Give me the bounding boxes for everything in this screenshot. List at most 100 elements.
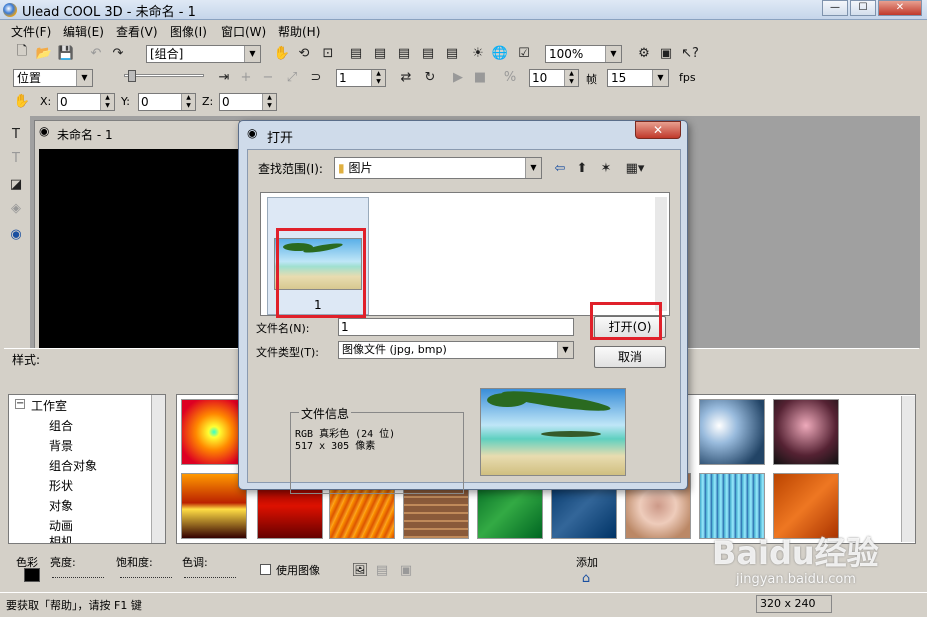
- play-icon[interactable]: ▶: [448, 67, 468, 87]
- cancel-button[interactable]: 取消: [594, 346, 666, 368]
- object-tool-icon[interactable]: ◈: [6, 198, 26, 218]
- file-info-title: 文件信息: [299, 405, 352, 422]
- gallery-scrollbar[interactable]: [901, 396, 915, 542]
- minimize-button[interactable]: —: [822, 0, 848, 16]
- shape-tool-icon[interactable]: ◪: [6, 174, 26, 194]
- chart-icon[interactable]: ☑: [514, 43, 534, 63]
- up-folder-icon[interactable]: ⬆: [572, 158, 592, 178]
- text-tool-icon[interactable]: T: [6, 124, 26, 144]
- tree-scrollbar[interactable]: [151, 395, 165, 543]
- tree-item[interactable]: 相机: [49, 533, 73, 543]
- dimensions-text: 517 x 305 像素: [295, 441, 376, 452]
- loop-icon[interactable]: ⊃: [306, 67, 326, 87]
- load-image-icon[interactable]: 🖼: [350, 560, 370, 580]
- dialog-title: 打开: [267, 131, 294, 146]
- back-icon[interactable]: ⇦: [550, 158, 570, 178]
- globe-tool-icon[interactable]: ◉: [6, 224, 26, 244]
- saturation-slider[interactable]: [120, 572, 172, 578]
- repeat-icon[interactable]: ⇄: [396, 67, 416, 87]
- redo-icon[interactable]: ↷: [108, 43, 128, 63]
- object-select[interactable]: [组合] ▼: [146, 45, 261, 63]
- fit-icon[interactable]: ⊡: [318, 43, 338, 63]
- app-window: Ulead COOL 3D - 未命名 - 1 — ☐ ✕ 文件(F) 编辑(E…: [0, 0, 927, 617]
- tree-root[interactable]: 工作室: [31, 397, 67, 414]
- reverse-icon[interactable]: ⤢: [282, 67, 302, 87]
- keyframe-icon[interactable]: ⇥: [214, 67, 234, 87]
- hand-icon[interactable]: ✋: [272, 43, 292, 63]
- menu-help[interactable]: 帮助(H): [278, 23, 320, 40]
- filetype-select[interactable]: 图像文件 (jpg, bmp) ▼: [338, 341, 574, 359]
- texture-thumb[interactable]: [773, 399, 839, 465]
- preview-image-icon[interactable]: ▣: [396, 560, 416, 580]
- style-label: 样式:: [12, 353, 41, 367]
- look-in-select[interactable]: ▮ 图片 ▼: [334, 157, 542, 179]
- render-canvas[interactable]: [39, 149, 239, 349]
- status-bar: 要获取「帮助」，请按 F1 键 320 x 240: [0, 592, 927, 617]
- view-menu-icon[interactable]: ▦▾: [620, 158, 650, 178]
- filename-input[interactable]: 1: [338, 318, 574, 336]
- add-keyframe-icon[interactable]: +: [236, 67, 256, 87]
- remove-keyframe-icon[interactable]: −: [258, 67, 278, 87]
- open-folder-icon[interactable]: 📂: [34, 43, 54, 63]
- zoom-select[interactable]: 100% ▼: [545, 45, 622, 63]
- x-input[interactable]: 0 ▲ ▼: [57, 93, 115, 111]
- tree-item[interactable]: 组合: [49, 417, 73, 434]
- menu-image[interactable]: 图像(I): [170, 23, 207, 40]
- color-swatch[interactable]: [24, 568, 40, 582]
- layout-1-icon[interactable]: ▤: [346, 43, 366, 63]
- menu-view[interactable]: 查看(V): [116, 23, 158, 40]
- fps-select[interactable]: 15 ▼: [607, 69, 669, 87]
- add-home-icon[interactable]: ⌂: [576, 568, 596, 588]
- stop-icon[interactable]: ■: [470, 67, 490, 87]
- document-title: 未命名 - 1: [57, 128, 113, 142]
- close-button[interactable]: ✕: [878, 0, 922, 16]
- help-pointer-icon[interactable]: ↖?: [680, 43, 700, 63]
- dialog-close-button[interactable]: ✕: [635, 121, 681, 139]
- total-frames-input[interactable]: 10 ▲ ▼: [529, 69, 579, 87]
- edit-image-icon[interactable]: ▤: [372, 560, 392, 580]
- chevron-down-icon: ▼: [557, 342, 573, 358]
- tree-item[interactable]: 对象: [49, 497, 73, 514]
- refresh-icon[interactable]: ↻: [420, 67, 440, 87]
- file-item[interactable]: 1: [267, 197, 369, 318]
- chevron-down-icon: ▼: [605, 46, 621, 62]
- tree-item[interactable]: 形状: [49, 477, 73, 494]
- brightness-slider[interactable]: [52, 572, 104, 578]
- layout-4-icon[interactable]: ▤: [418, 43, 438, 63]
- layout-3-icon[interactable]: ▤: [394, 43, 414, 63]
- hue-slider[interactable]: [184, 572, 236, 578]
- menu-window[interactable]: 窗口(W): [221, 23, 266, 40]
- maximize-button[interactable]: ☐: [850, 0, 876, 16]
- menu-edit[interactable]: 编辑(E): [63, 23, 104, 40]
- save-icon[interactable]: 💾: [56, 43, 76, 63]
- tree-item[interactable]: 背景: [49, 437, 73, 454]
- frame-input[interactable]: 1 ▲ ▼: [336, 69, 386, 87]
- use-image-checkbox[interactable]: [260, 564, 271, 575]
- percent-icon[interactable]: %: [500, 67, 520, 87]
- tree-collapse-icon[interactable]: −: [15, 399, 25, 409]
- edit-text-icon[interactable]: T: [6, 148, 26, 168]
- palette-icon[interactable]: ▣: [656, 43, 676, 63]
- timeline-slider[interactable]: [106, 70, 206, 86]
- undo-icon[interactable]: ↶: [86, 43, 106, 63]
- mode-select[interactable]: 位置 ▼: [13, 69, 93, 87]
- layout-5-icon[interactable]: ▤: [442, 43, 462, 63]
- slider-thumb[interactable]: [128, 70, 136, 82]
- title-bar: Ulead COOL 3D - 未命名 - 1 — ☐ ✕: [0, 0, 927, 20]
- new-file-icon[interactable]: 🗋: [12, 43, 32, 63]
- z-input[interactable]: 0 ▲ ▼: [219, 93, 277, 111]
- layout-2-icon[interactable]: ▤: [370, 43, 390, 63]
- move-hand-icon[interactable]: ✋: [12, 91, 32, 111]
- light-icon[interactable]: ☀: [468, 43, 488, 63]
- texture-thumb[interactable]: [699, 399, 765, 465]
- plugin-icon[interactable]: ⚙: [634, 43, 654, 63]
- globe-icon[interactable]: 🌐: [490, 43, 510, 63]
- y-input[interactable]: 0 ▲ ▼: [138, 93, 196, 111]
- tree-item[interactable]: 动画: [49, 517, 73, 534]
- rotate-icon[interactable]: ⟲: [294, 43, 314, 63]
- tree-item[interactable]: 组合对象: [49, 457, 97, 474]
- new-folder-icon[interactable]: ✶: [596, 158, 616, 178]
- file-scrollbar[interactable]: [655, 197, 667, 311]
- canvas-size: 320 x 240: [760, 597, 816, 610]
- menu-file[interactable]: 文件(F): [11, 23, 51, 40]
